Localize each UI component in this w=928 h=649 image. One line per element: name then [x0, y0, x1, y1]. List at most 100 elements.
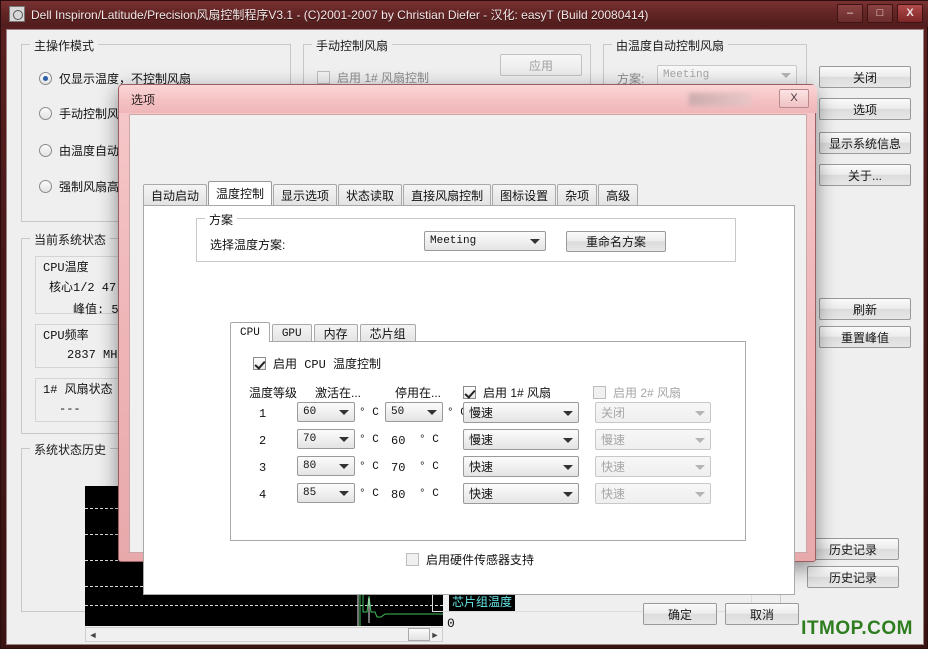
row-4-activate-value: 85 — [303, 487, 317, 499]
cpu-freq-value: 2837 MHz — [67, 348, 125, 362]
cpu-freq-title: CPU频率 — [43, 329, 89, 343]
radio-display-only-indicator[interactable] — [39, 72, 52, 85]
row-4-fan1-combo[interactable]: 快速 — [463, 483, 579, 504]
tab-misc[interactable]: 杂项 — [557, 184, 598, 205]
radio-auto-indicator[interactable] — [39, 144, 52, 157]
row-2-deactivate-unit: ° C — [419, 434, 439, 446]
row-2-fan1-combo[interactable]: 慢速 — [463, 429, 579, 450]
chevron-down-icon — [695, 437, 705, 443]
button-history-1[interactable]: 历史记录 — [807, 538, 899, 560]
row-1-activate-combo[interactable]: 60 — [297, 402, 355, 422]
enable-fan2-box[interactable] — [593, 386, 606, 399]
tab-direct-fan[interactable]: 直接风扇控制 — [403, 184, 492, 205]
row-3-activate-combo[interactable]: 80 — [297, 456, 355, 476]
device-tab-gpu[interactable]: GPU — [271, 324, 312, 342]
row-3-fan1-value: 快速 — [469, 460, 494, 474]
chart-zero-label: 0 — [447, 616, 455, 631]
button-close[interactable]: 关闭 — [819, 66, 911, 88]
row-4-activate-unit: ° C — [359, 488, 379, 500]
row-3-deactivate-unit: ° C — [419, 461, 439, 473]
row-level-3: 3 — [259, 461, 267, 475]
radio-force-high-indicator[interactable] — [39, 180, 52, 193]
scroll-left-arrow[interactable]: ◄ — [86, 630, 100, 640]
row-3-activate-unit: ° C — [359, 461, 379, 473]
chevron-down-icon — [781, 73, 791, 78]
row-1-deactivate-value: 50 — [391, 406, 405, 418]
device-tab-memory[interactable]: 内存 — [313, 324, 358, 342]
enable-fan2-checkbox[interactable]: 启用 2# 风扇 — [593, 384, 681, 401]
enable-fan2-label: 启用 2# 风扇 — [613, 386, 682, 400]
row-1-fan2-combo[interactable]: 关闭 — [595, 402, 711, 423]
auto-scheme-combo[interactable]: Meeting — [657, 65, 797, 85]
history-scrollbar[interactable]: ◄ ► — [85, 627, 443, 642]
row-level-2: 2 — [259, 434, 267, 448]
tab-display[interactable]: 显示选项 — [273, 184, 338, 205]
manual-fan1-checkbox-box[interactable] — [317, 71, 330, 84]
chevron-down-icon — [339, 491, 349, 496]
device-tab-cpu[interactable]: CPU — [230, 322, 270, 342]
device-tab-chipset[interactable]: 芯片组 — [359, 324, 416, 342]
row-4-activate-combo[interactable]: 85 — [297, 483, 355, 503]
row-1-fan1-combo[interactable]: 慢速 — [463, 402, 579, 423]
enable-cpu-control-label: 启用 CPU 温度控制 — [273, 358, 382, 372]
maximize-button[interactable]: □ — [867, 4, 893, 23]
options-dialog-titlebar: 选项 X — [119, 85, 817, 113]
cancel-button[interactable]: 取消 — [725, 603, 799, 625]
scheme-group-legend: 方案 — [205, 211, 238, 228]
apply-button[interactable]: 应用 — [500, 54, 582, 76]
title-bar: Dell Inspiron/Latitude/Precision风扇控制程序V3… — [1, 1, 928, 27]
close-button[interactable]: X — [897, 4, 923, 23]
row-4-fan2-combo[interactable]: 快速 — [595, 483, 711, 504]
minimize-button[interactable]: – — [837, 4, 863, 23]
row-2-deactivate-value: 60 — [391, 434, 406, 448]
row-2-activate-combo[interactable]: 70 — [297, 429, 355, 449]
radio-manual-indicator[interactable] — [39, 107, 52, 120]
chevron-down-icon — [563, 464, 573, 470]
tab-icon-settings[interactable]: 图标设置 — [492, 184, 557, 205]
enable-fan1-box[interactable] — [463, 386, 476, 399]
tab-status-read[interactable]: 状态读取 — [338, 184, 403, 205]
row-2-fan2-combo[interactable]: 慢速 — [595, 429, 711, 450]
tab-temp-control[interactable]: 温度控制 — [208, 181, 273, 205]
row-3-fan1-combo[interactable]: 快速 — [463, 456, 579, 477]
row-level-1: 1 — [259, 407, 267, 421]
manual-fan-legend: 手动控制风扇 — [312, 37, 393, 54]
tab-advanced[interactable]: 高级 — [598, 184, 639, 205]
row-4-fan1-value: 快速 — [469, 487, 494, 501]
button-reset-peak[interactable]: 重置峰值 — [819, 326, 911, 348]
row-3-fan2-combo[interactable]: 快速 — [595, 456, 711, 477]
row-3-fan2-value: 快速 — [601, 460, 626, 474]
chevron-down-icon — [427, 410, 437, 415]
chevron-down-icon — [530, 239, 540, 244]
enable-cpu-control-box[interactable] — [253, 357, 266, 370]
hw-sensor-box[interactable] — [406, 553, 419, 566]
row-1-activate-value: 60 — [303, 406, 317, 418]
ok-button[interactable]: 确定 — [643, 603, 717, 625]
options-dialog-title: 选项 — [131, 93, 156, 107]
scroll-thumb[interactable] — [408, 628, 430, 641]
button-history-2[interactable]: 历史记录 — [807, 566, 899, 588]
history-legend: 系统状态历史 — [30, 441, 111, 458]
hw-sensor-checkbox[interactable]: 启用硬件传感器支持 — [406, 551, 534, 568]
auto-scheme-value: Meeting — [663, 69, 710, 81]
row-2-fan2-value: 慢速 — [601, 433, 626, 447]
button-options[interactable]: 选项 — [819, 98, 911, 120]
button-about[interactable]: 关于... — [819, 164, 911, 186]
button-show-system-info[interactable]: 显示系统信息 — [819, 132, 911, 154]
row-level-4: 4 — [259, 488, 267, 502]
scroll-right-arrow[interactable]: ► — [428, 630, 442, 640]
scheme-combo[interactable]: Meeting — [424, 231, 546, 251]
enable-cpu-control-checkbox[interactable]: 启用 CPU 温度控制 — [253, 355, 381, 372]
tab-autostart[interactable]: 自动启动 — [143, 184, 208, 205]
row-1-activate-unit: ° C — [359, 407, 379, 419]
options-dialog-close-button[interactable]: X — [779, 89, 809, 108]
titlebar-blur-artifact — [689, 93, 751, 106]
button-refresh[interactable]: 刷新 — [819, 298, 911, 320]
scheme-select-label: 选择温度方案: — [210, 238, 286, 252]
rename-scheme-button[interactable]: 重命名方案 — [566, 231, 666, 252]
chevron-down-icon — [695, 410, 705, 416]
enable-fan1-checkbox[interactable]: 启用 1# 风扇 — [463, 384, 551, 401]
current-status-legend: 当前系统状态 — [30, 231, 111, 248]
chevron-down-icon — [563, 410, 573, 416]
row-1-deactivate-combo[interactable]: 50 — [385, 402, 443, 422]
